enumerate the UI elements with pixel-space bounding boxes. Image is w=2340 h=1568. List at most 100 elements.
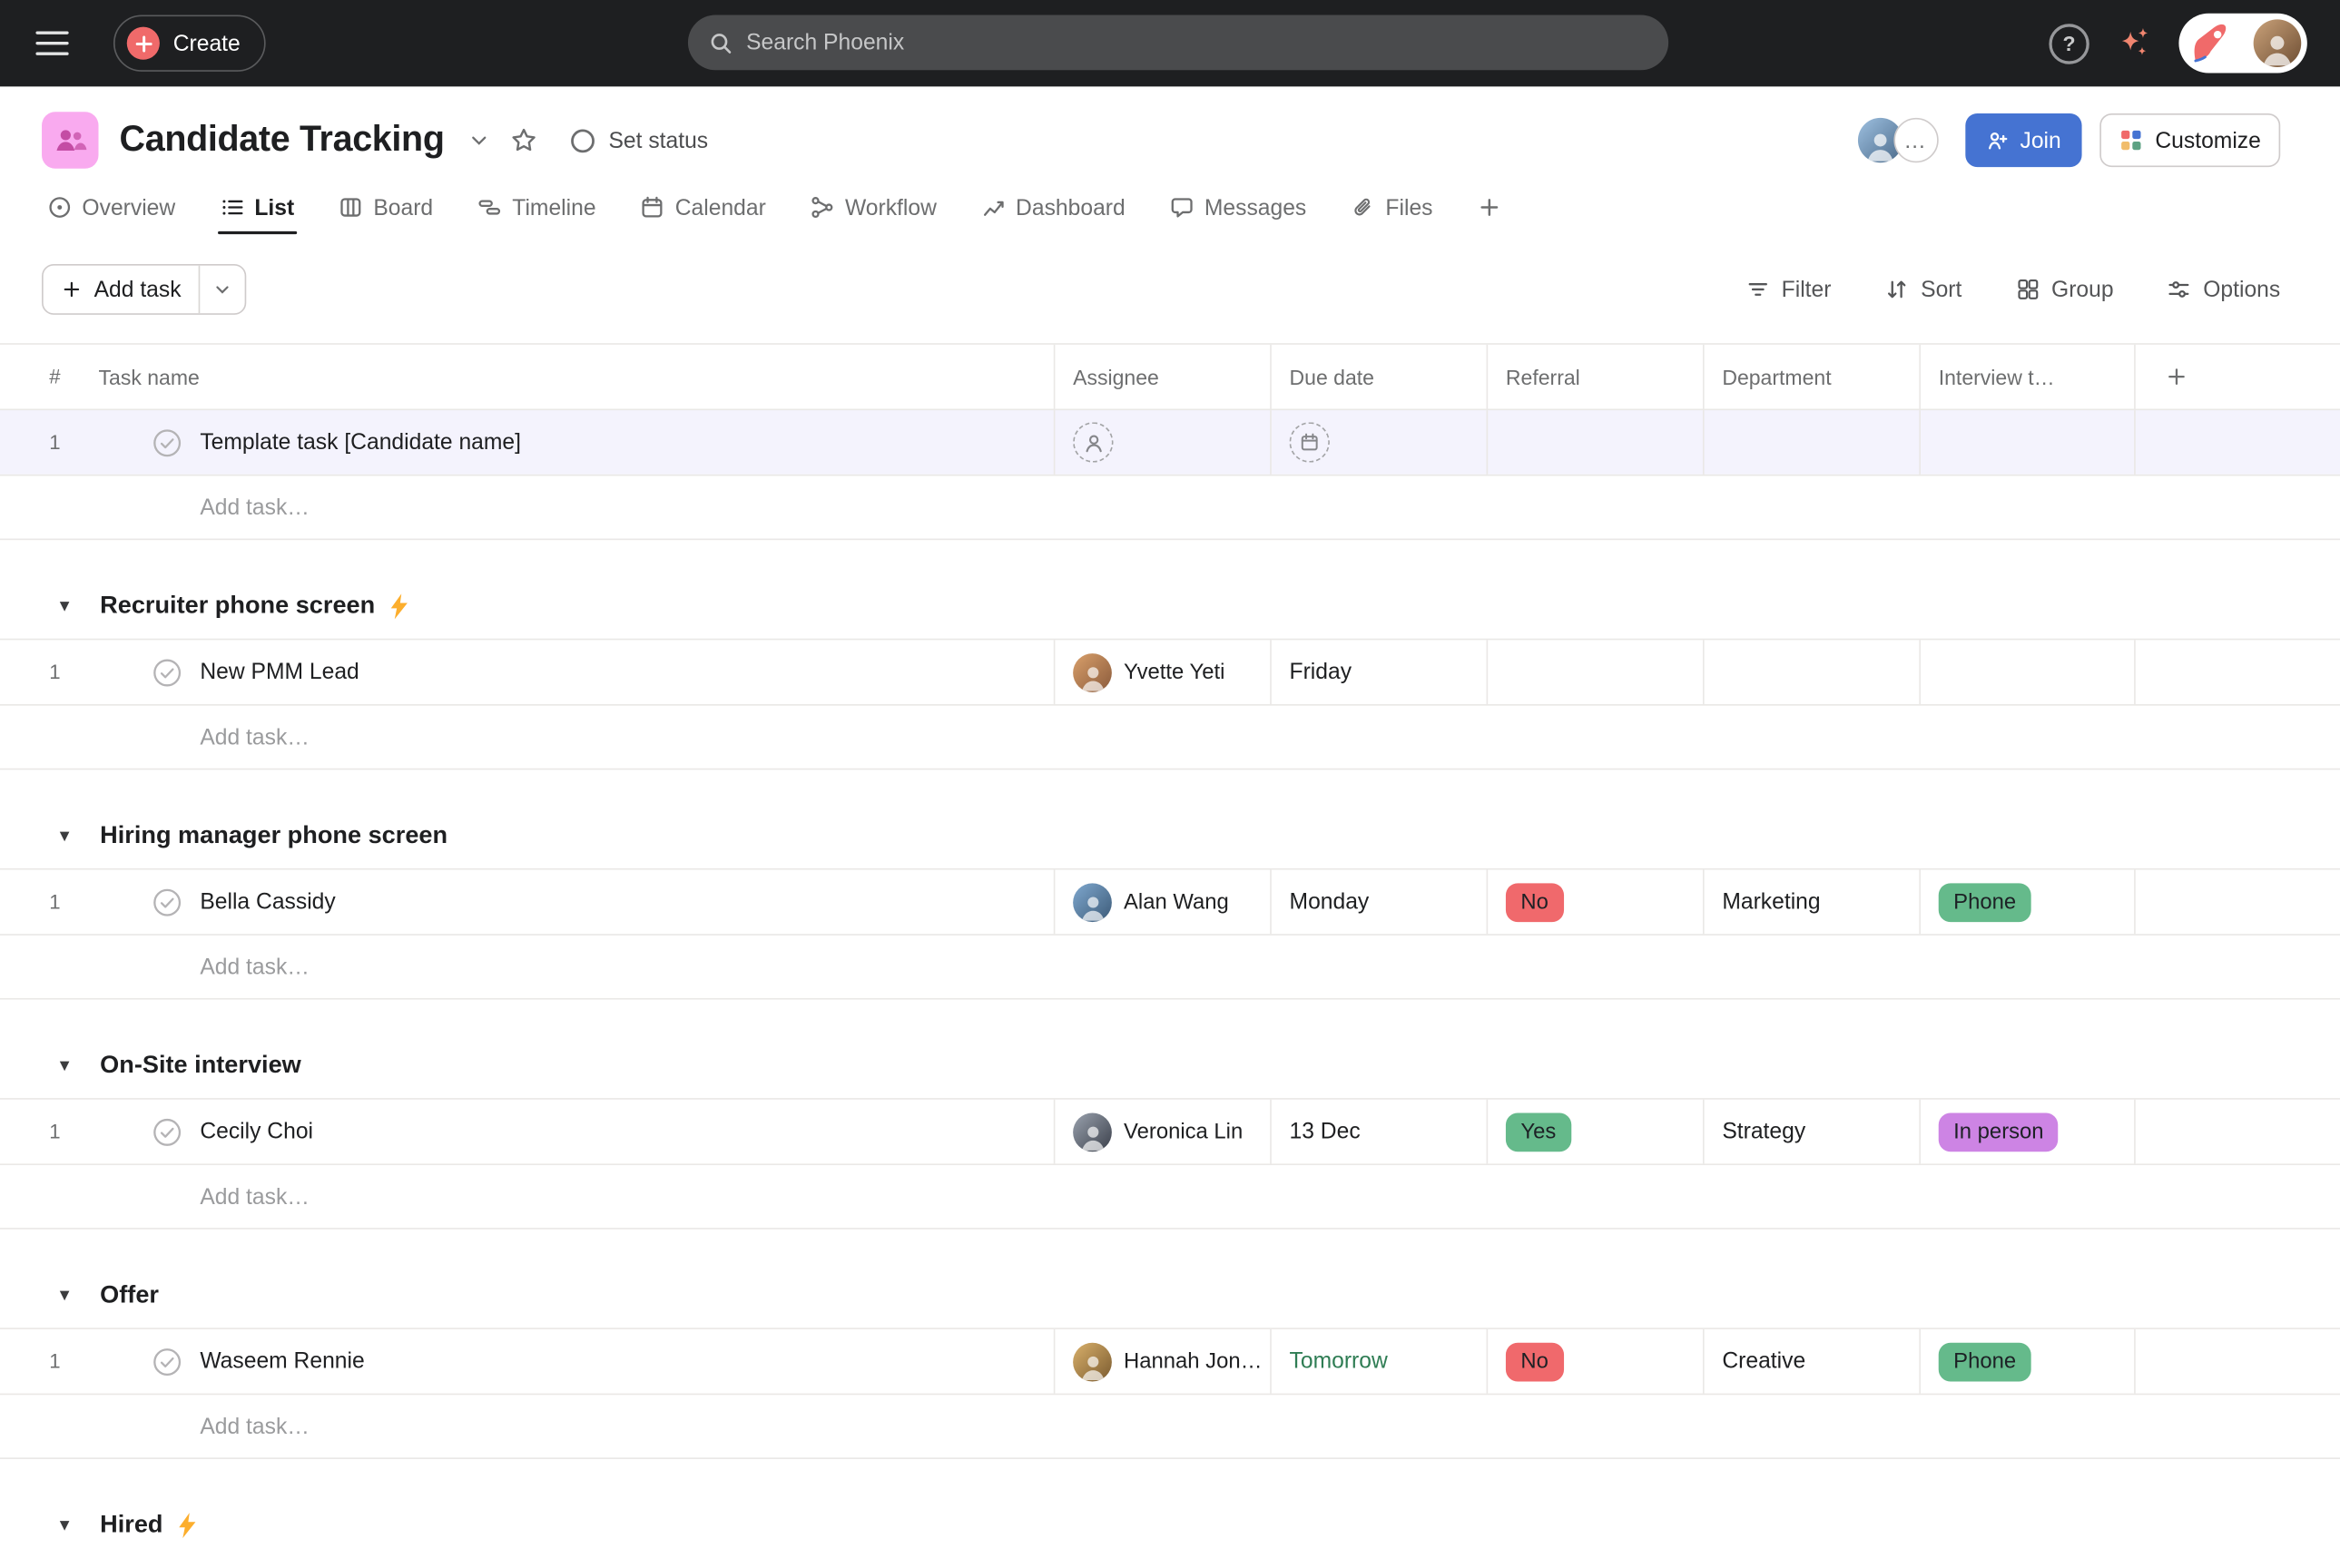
add-task-inline[interactable]: Add task… [0, 704, 2340, 769]
referral-cell[interactable]: No [1487, 870, 1703, 935]
ai-sparkle-button[interactable] [2116, 25, 2151, 61]
tab-dashboard[interactable]: Dashboard [978, 176, 1128, 239]
due-date-cell[interactable]: Monday [1270, 870, 1486, 935]
department-cell[interactable]: Marketing [1703, 870, 1919, 935]
add-column-button[interactable] [2134, 345, 2340, 409]
column-header-number[interactable]: # [0, 345, 90, 409]
add-task-inline[interactable]: Add task… [0, 1394, 2340, 1459]
table-row-template-task[interactable]: 1 Template task [Candidate name] [0, 408, 2340, 474]
column-header-assignee[interactable]: Assignee [1054, 345, 1270, 409]
automation-bolt-icon [178, 1512, 197, 1537]
search-bar[interactable] [688, 15, 1668, 70]
collapse-caret-icon[interactable]: ▾ [60, 593, 81, 617]
task-cell[interactable]: New PMM Lead [90, 640, 1054, 704]
due-date-cell[interactable]: 13 Dec [1270, 1100, 1486, 1164]
due-date-placeholder-icon[interactable] [1290, 422, 1330, 462]
group-button[interactable]: Group [2016, 277, 2114, 302]
section-name[interactable]: Hired [100, 1511, 162, 1539]
referral-cell[interactable]: Yes [1487, 1100, 1703, 1164]
tab-list[interactable]: List [217, 176, 297, 239]
collapse-caret-icon[interactable]: ▾ [60, 1513, 81, 1536]
due-date-cell[interactable] [1270, 410, 1486, 475]
due-date-cell[interactable]: Friday [1270, 640, 1486, 704]
task-cell[interactable]: Cecily Choi [90, 1100, 1054, 1164]
set-status-button[interactable]: Set status [570, 128, 708, 153]
check-circle-icon[interactable] [152, 1347, 182, 1377]
department-cell[interactable] [1703, 640, 1919, 704]
add-task-button[interactable]: Add task [44, 266, 201, 314]
column-header-department[interactable]: Department [1703, 345, 1919, 409]
join-button[interactable]: Join [1965, 113, 2082, 167]
tab-messages[interactable]: Messages [1167, 176, 1310, 239]
task-cell[interactable]: Waseem Rennie [90, 1329, 1054, 1394]
task-cell[interactable]: Template task [Candidate name] [90, 410, 1054, 475]
collapse-caret-icon[interactable]: ▾ [60, 824, 81, 848]
tab-label: Timeline [512, 195, 595, 220]
referral-cell[interactable]: No [1487, 1329, 1703, 1394]
profile-pill[interactable] [2178, 14, 2306, 74]
assignee-cell[interactable] [1054, 410, 1270, 475]
add-view-button[interactable] [1475, 176, 1505, 239]
department-cell[interactable] [1703, 410, 1919, 475]
interview-type-cell[interactable] [1919, 640, 2134, 704]
column-header-referral[interactable]: Referral [1487, 345, 1703, 409]
interview-type-cell[interactable]: Phone [1919, 870, 2134, 935]
add-task-dropdown-button[interactable] [201, 266, 245, 314]
column-header-task-name[interactable]: Task name [90, 345, 1054, 409]
filter-button[interactable]: Filter [1745, 277, 1831, 302]
table-row[interactable]: 1 Bella Cassidy Alan Wang Monday No Mar [0, 868, 2340, 934]
tab-workflow[interactable]: Workflow [808, 176, 939, 239]
sort-button[interactable]: Sort [1885, 277, 1962, 302]
table-row[interactable]: 1 Cecily Choi Veronica Lin 13 Dec Yes S [0, 1098, 2340, 1163]
section-name[interactable]: Hiring manager phone screen [100, 821, 447, 849]
interview-type-cell[interactable] [1919, 410, 2134, 475]
tab-files[interactable]: Files [1348, 176, 1435, 239]
check-circle-icon[interactable] [152, 657, 182, 687]
tab-calendar[interactable]: Calendar [638, 176, 769, 239]
options-button[interactable]: Options [2168, 277, 2280, 302]
column-header-due-date[interactable]: Due date [1270, 345, 1486, 409]
hamburger-menu-button[interactable] [35, 32, 68, 55]
department-cell[interactable]: Creative [1703, 1329, 1919, 1394]
tab-timeline[interactable]: Timeline [475, 176, 599, 239]
check-circle-icon[interactable] [152, 1117, 182, 1147]
assignee-cell[interactable]: Alan Wang [1054, 870, 1270, 935]
add-task-inline[interactable]: Add task… [0, 1163, 2340, 1229]
referral-cell[interactable] [1487, 410, 1703, 475]
title-chevron-down-icon[interactable] [457, 118, 501, 162]
members-more-button[interactable]: … [1893, 118, 1938, 162]
interview-type-cell[interactable]: Phone [1919, 1329, 2134, 1394]
due-date-cell[interactable]: Tomorrow [1270, 1329, 1486, 1394]
collapse-caret-icon[interactable]: ▾ [60, 1054, 81, 1077]
add-task-inline[interactable]: Add task… [0, 934, 2340, 999]
section-name[interactable]: On-Site interview [100, 1051, 301, 1079]
check-circle-icon[interactable] [152, 427, 182, 457]
assignee-placeholder-icon[interactable] [1073, 422, 1113, 462]
referral-cell[interactable] [1487, 640, 1703, 704]
column-header-interview-type[interactable]: Interview t… [1919, 345, 2134, 409]
department-cell[interactable]: Strategy [1703, 1100, 1919, 1164]
section-name[interactable]: Recruiter phone screen [100, 592, 375, 620]
tab-board[interactable]: Board [336, 176, 436, 239]
add-task-inline[interactable]: Add task… [0, 475, 2340, 540]
help-button[interactable]: ? [2049, 23, 2089, 63]
section-name[interactable]: Offer [100, 1280, 159, 1308]
create-button[interactable]: Create [113, 15, 266, 71]
plus-icon [1478, 195, 1501, 219]
customize-button[interactable]: Customize [2100, 113, 2281, 167]
table-row[interactable]: 1 New PMM Lead Yvette Yeti Friday [0, 639, 2340, 704]
check-circle-icon[interactable] [152, 887, 182, 916]
table-row[interactable]: 1 Waseem Rennie Hannah Jon… Tomorrow No [0, 1328, 2340, 1393]
assignee-cell[interactable]: Yvette Yeti [1054, 640, 1270, 704]
group-icon [2016, 278, 2040, 301]
assignee-name: Alan Wang [1124, 890, 1229, 914]
status-circle-icon [570, 128, 595, 153]
collapse-caret-icon[interactable]: ▾ [60, 1283, 81, 1307]
tab-overview[interactable]: Overview [44, 176, 178, 239]
favorite-star-button[interactable] [501, 118, 546, 162]
interview-type-cell[interactable]: In person [1919, 1100, 2134, 1164]
assignee-cell[interactable]: Hannah Jon… [1054, 1329, 1270, 1394]
search-input[interactable] [746, 30, 1647, 55]
assignee-cell[interactable]: Veronica Lin [1054, 1100, 1270, 1164]
task-cell[interactable]: Bella Cassidy [90, 870, 1054, 935]
